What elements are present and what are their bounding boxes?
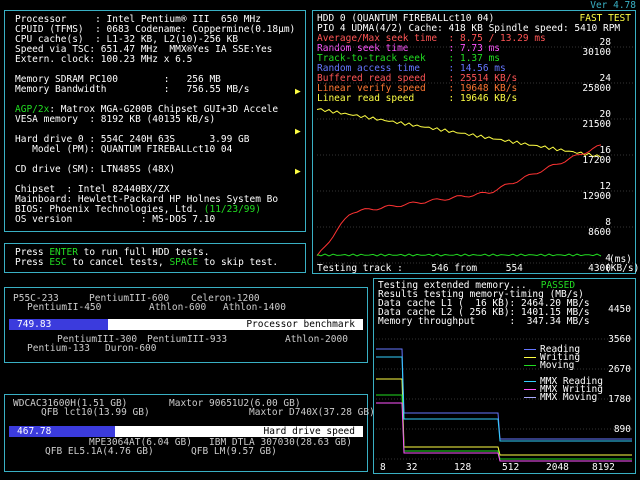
sysinfo-line: Extern. clock: 100.23 MHz x 6.5 — [15, 54, 193, 65]
prompt-line-2: Press ESC to cancel tests, SPACE to skip… — [15, 257, 279, 268]
bench-label-bottom: QFB EL5.1A(4.76 GB) — [45, 446, 154, 457]
sysinfo-line: VESA memory : 8192 KB (40135 KB/s) — [15, 114, 216, 125]
more-arrow-icon[interactable]: ▶ — [295, 87, 301, 97]
mem-x-tick: 2048 — [546, 462, 569, 473]
bench-value: 467.78 — [17, 426, 52, 437]
sysinfo-line: CD drive (SM): LTN485S (48X) — [15, 164, 176, 175]
legend-swatch — [524, 349, 536, 350]
disk-benchmark-panel: WDCAC31600H(1.51 GB) Maxtor 90651U2(6.00 … — [4, 394, 375, 472]
bench-label-bottom: QFB LM(9.57 GB) — [191, 446, 277, 457]
hdd-y-tick-right: 8600 — [588, 227, 611, 238]
mem-x-tick: 8 — [380, 462, 386, 473]
bench-label-top: Athlon-1400 — [223, 302, 286, 313]
legend-swatch — [524, 397, 536, 398]
hdd-footer: Testing track : 546 from 554 — [317, 263, 523, 274]
bench-label-bottom: PentiumIII-933 — [147, 334, 228, 345]
mem-x-tick: 128 — [454, 462, 472, 473]
sysinfo-line: OS version : MS-DOS 7.10 — [15, 214, 216, 225]
bench-value: 749.83 — [17, 319, 52, 330]
bench-label-top: Maxtor D740X(37.28 GB) — [249, 407, 375, 418]
bench-bar-track: 467.78 Hard drive speed — [9, 426, 363, 437]
mem-x-tick: 512 — [502, 462, 520, 473]
kbs-unit-label: (KB/s) — [605, 263, 640, 274]
hdd-y-tick-right: 25800 — [582, 83, 611, 94]
bench-label-bottom: Athlon-2000 — [285, 334, 348, 345]
bench-label-top: QFB lct10(13.99 GB) — [41, 407, 150, 418]
mem-y-tick: 890 — [613, 424, 631, 435]
mem-y-tick: 1780 — [608, 394, 631, 405]
mem-x-tick: 8192 — [592, 462, 615, 473]
mmx-writing-curve — [376, 402, 632, 462]
bench-label-bottom: Duron-600 — [105, 343, 157, 354]
mem-x-tick: 32 — [406, 462, 418, 473]
more-arrow-icon[interactable]: ▶ — [295, 127, 301, 137]
bench-label-bottom: Pentium-133 — [27, 343, 90, 354]
legend-swatch — [524, 381, 536, 382]
moving-curve — [376, 394, 632, 460]
hdd-y-tick-right: 30100 — [582, 47, 611, 58]
bench-label-top: PentiumII-450 — [27, 302, 102, 313]
legend-item: MMX Moving — [524, 393, 597, 403]
linear-read-curve — [316, 108, 602, 158]
mem-y-tick: 4450 — [608, 304, 631, 315]
bench-caption: Hard drive speed — [263, 426, 355, 437]
cpu-benchmark-panel: P55C-233 PentiumIII-600 Celeron-1200 Pentiu… — [4, 287, 368, 363]
legend-swatch — [524, 365, 536, 366]
seek-curve — [316, 253, 602, 257]
prompt-panel: Press ENTER to run full HDD tests. Press… — [4, 243, 306, 273]
memory-test-panel: Testing extended memory... PASSED Results… — [373, 278, 636, 474]
system-info-panel: Processor : Intel Pentium® III 650 MHz CP… — [4, 10, 306, 232]
sysinfo-line: Memory Bandwidth : 756.55 MB/s — [15, 84, 250, 95]
mem-y-tick: 2670 — [608, 364, 631, 375]
legend-item: Moving — [524, 361, 574, 371]
legend-swatch — [524, 357, 536, 358]
hdd-y-tick-right: 12900 — [582, 191, 611, 202]
esc-key-hint[interactable]: ESC — [49, 257, 66, 268]
space-key-hint[interactable]: SPACE — [169, 257, 198, 268]
bench-label-top: Athlon-600 — [149, 302, 207, 313]
hdd-test-panel: HDD 0 (QUANTUM FIREBALLct10 04) FAST TES… — [312, 10, 640, 274]
sysinfo-line: Model (PM): QUANTUM FIREBALLct10 04 — [15, 144, 233, 155]
mem-y-tick: 3560 — [608, 334, 631, 345]
hdd-y-tick-right: 17200 — [582, 155, 611, 166]
bench-bar-track: 749.83 Processor benchmark — [9, 319, 363, 330]
bench-caption: Processor benchmark — [246, 319, 355, 330]
hdd-y-tick-right: 21500 — [582, 119, 611, 130]
legend-swatch — [524, 389, 536, 390]
buffered-read-curve — [316, 144, 602, 257]
more-arrow-icon[interactable]: ▶ — [295, 167, 301, 177]
